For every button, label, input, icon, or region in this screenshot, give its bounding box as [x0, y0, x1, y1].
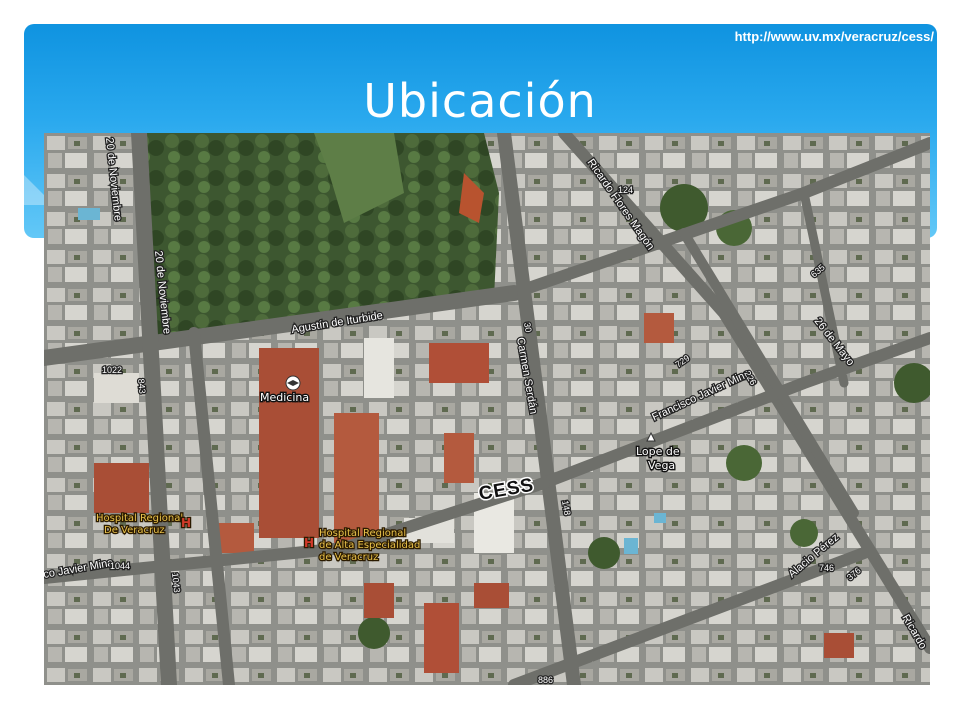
satellite-map: 20 de Noviembre 20 de Noviembre Agustín …: [44, 133, 930, 685]
street-number: 1043: [170, 572, 182, 593]
street-number: 843: [136, 378, 148, 394]
hospital-label: de Alta Especialidad: [319, 540, 420, 551]
hospital-icon: H: [304, 536, 314, 550]
poi-label-medicina: Medicina: [260, 391, 309, 404]
hospital-label: De Veracruz: [104, 525, 165, 536]
hospital-label: Hospital Regional: [319, 528, 406, 539]
street-number: 124: [618, 185, 633, 195]
hospital-label: de Veracruz: [319, 552, 378, 563]
street-number: 886: [538, 675, 553, 685]
source-url[interactable]: http://www.uv.mx/veracruz/cess/: [735, 29, 934, 44]
hospital-icon: H: [181, 516, 191, 530]
map-canvas: 20 de Noviembre 20 de Noviembre Agustín …: [44, 133, 930, 685]
street-number: 1022: [102, 365, 122, 375]
slide-title: Ubicación: [363, 74, 597, 128]
poi-label-vega: Vega: [648, 459, 675, 472]
poi-label-lope: Lope de: [636, 445, 680, 458]
hospital-label: Hospital Regional: [96, 513, 183, 524]
street-number: 746: [819, 563, 834, 573]
street-number: 30: [522, 322, 534, 334]
street-number: 1044: [110, 561, 130, 571]
